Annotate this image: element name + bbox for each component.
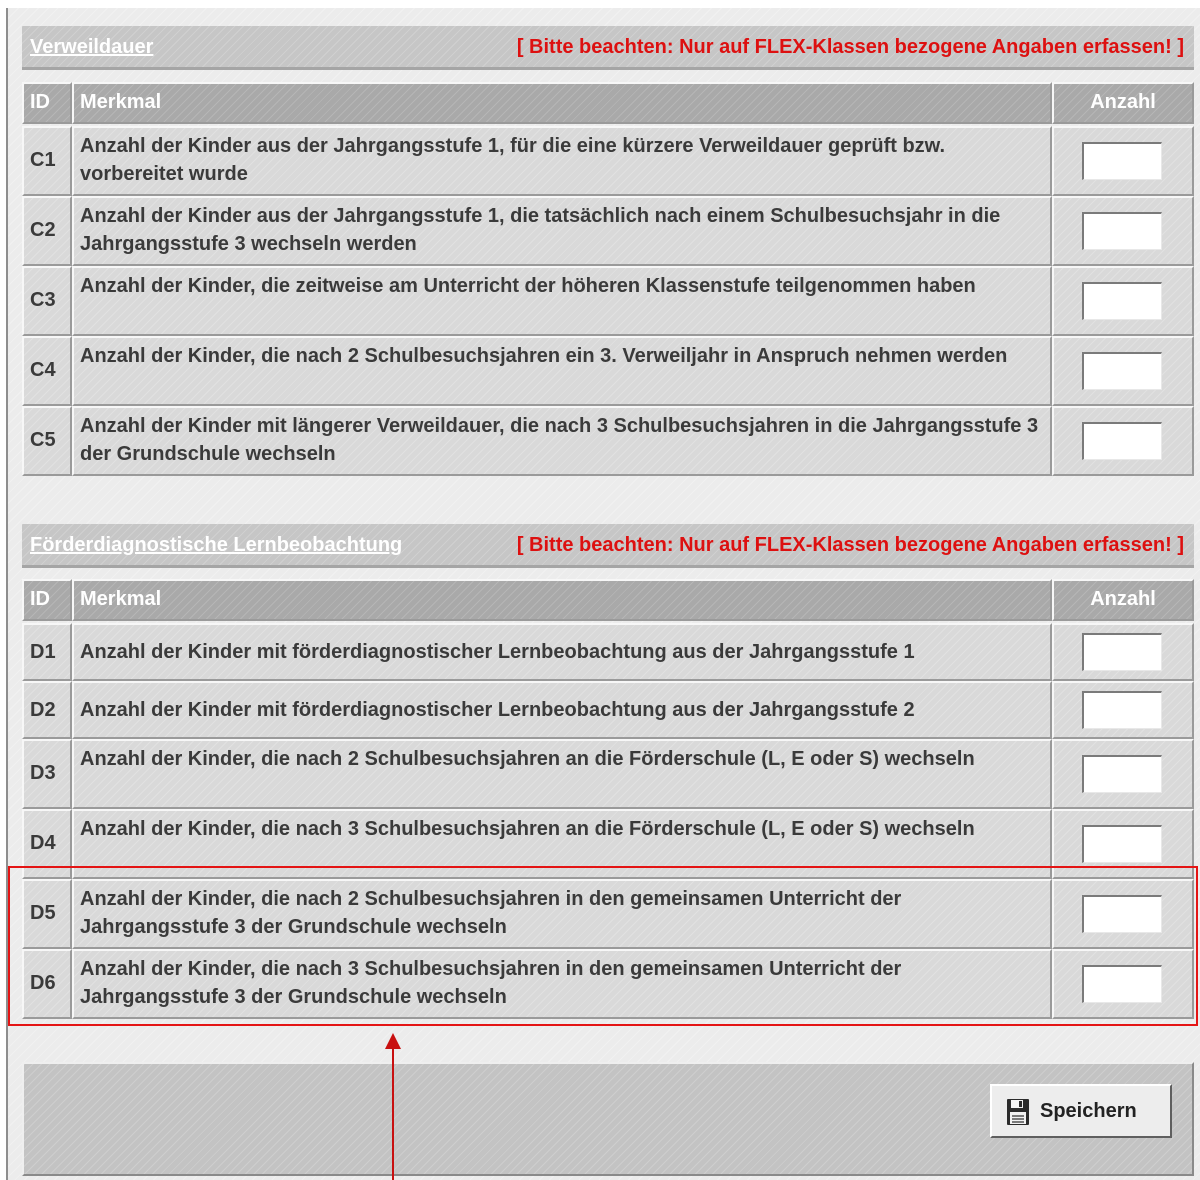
row-label-cell: Anzahl der Kinder, die nach 2 Schulbesuc…: [72, 739, 1052, 809]
row-id-cell: D1: [22, 623, 72, 681]
row-value-cell: [1052, 126, 1194, 196]
row-id-cell: C5: [22, 406, 72, 476]
floppy-disk-icon: [1007, 1099, 1029, 1125]
row-value-cell: [1052, 739, 1194, 809]
section-title-link[interactable]: Verweildauer: [30, 36, 153, 59]
column-header-id: ID: [22, 579, 72, 621]
column-header-merkmal: Merkmal: [72, 82, 1052, 124]
row-label: Anzahl der Kinder, die nach 3 Schulbesuc…: [80, 818, 975, 840]
anzahl-input-c3[interactable]: [1082, 282, 1162, 320]
anzahl-input-c5[interactable]: [1082, 422, 1162, 460]
save-button[interactable]: Speichern: [990, 1084, 1172, 1138]
section-note: [ Bitte beachten: Nur auf FLEX-Klassen b…: [516, 36, 1184, 58]
row-value-cell: [1052, 949, 1194, 1019]
column-header-id: ID: [22, 82, 72, 124]
anzahl-input-c2[interactable]: [1082, 212, 1162, 250]
row-id: C2: [30, 219, 56, 241]
section-title-link[interactable]: Förderdiagnostische Lernbeobachtung: [30, 534, 402, 557]
column-header-merkmal-label: Merkmal: [80, 588, 162, 610]
row-id: C4: [30, 359, 56, 381]
row-value-cell: [1052, 809, 1194, 879]
anzahl-input-d2[interactable]: [1082, 691, 1162, 729]
row-value-cell: [1052, 681, 1194, 739]
row-label-cell: Anzahl der Kinder, die nach 2 Schulbesuc…: [72, 879, 1052, 949]
section-note: [ Bitte beachten: Nur auf FLEX-Klassen b…: [516, 534, 1184, 556]
column-header-anzahl-label: Anzahl: [1090, 91, 1156, 113]
row-id: C1: [30, 149, 56, 171]
column-header-merkmal-label: Merkmal: [80, 91, 162, 113]
row-id-cell: C1: [22, 126, 72, 196]
anzahl-input-c1[interactable]: [1082, 142, 1162, 180]
row-label-cell: Anzahl der Kinder, die nach 3 Schulbesuc…: [72, 949, 1052, 1019]
anzahl-input-d1[interactable]: [1082, 633, 1162, 671]
row-label: Anzahl der Kinder mit förderdiagnostisch…: [80, 641, 915, 663]
section-header-foerderdiagnostik: Förderdiagnostische Lernbeobachtung [ Bi…: [22, 524, 1194, 568]
table-verweildauer: ID Merkmal Anzahl C1 Anzahl der Kinder a…: [22, 82, 1194, 477]
annotation-arrow-line: [392, 1048, 394, 1180]
column-header-id-label: ID: [30, 588, 50, 610]
row-label: Anzahl der Kinder, die nach 2 Schulbesuc…: [80, 748, 975, 770]
row-id: D1: [30, 641, 56, 663]
row-label-cell: Anzahl der Kinder mit förderdiagnostisch…: [72, 681, 1052, 739]
row-label: Anzahl der Kinder aus der Jahrgangsstufe…: [80, 205, 1001, 255]
row-value-cell: [1052, 336, 1194, 406]
table-foerderdiagnostik: ID Merkmal Anzahl D1 Anzahl der Kinder m…: [22, 579, 1194, 1019]
row-value-cell: [1052, 406, 1194, 476]
row-label-cell: Anzahl der Kinder aus der Jahrgangsstufe…: [72, 126, 1052, 196]
column-header-anzahl-label: Anzahl: [1090, 588, 1156, 610]
row-id-cell: C2: [22, 196, 72, 266]
column-header-anzahl: Anzahl: [1052, 579, 1194, 621]
row-value-cell: [1052, 266, 1194, 336]
row-label-cell: Anzahl der Kinder mit längerer Verweilda…: [72, 406, 1052, 476]
anzahl-input-d4[interactable]: [1082, 825, 1162, 863]
row-label: Anzahl der Kinder mit längerer Verweilda…: [80, 415, 1039, 465]
row-id: D5: [30, 902, 56, 924]
row-value-cell: [1052, 879, 1194, 949]
row-label: Anzahl der Kinder, die nach 2 Schulbesuc…: [80, 345, 1008, 367]
row-id: C3: [30, 289, 56, 311]
row-label-cell: Anzahl der Kinder mit förderdiagnostisch…: [72, 623, 1052, 681]
row-label: Anzahl der Kinder, die nach 3 Schulbesuc…: [80, 958, 902, 1008]
row-value-cell: [1052, 623, 1194, 681]
anzahl-input-d5[interactable]: [1082, 895, 1162, 933]
row-label: Anzahl der Kinder mit förderdiagnostisch…: [80, 699, 915, 721]
column-header-anzahl: Anzahl: [1052, 82, 1194, 124]
annotation-arrow-head: [385, 1033, 401, 1049]
row-id: D3: [30, 762, 56, 784]
save-button-label: Speichern: [1040, 1100, 1137, 1122]
row-id-cell: D5: [22, 879, 72, 949]
form-footer: Speichern: [22, 1062, 1194, 1176]
row-label-cell: Anzahl der Kinder aus der Jahrgangsstufe…: [72, 196, 1052, 266]
row-label-cell: Anzahl der Kinder, die nach 2 Schulbesuc…: [72, 336, 1052, 406]
row-value-cell: [1052, 196, 1194, 266]
row-id: D6: [30, 972, 56, 994]
anzahl-input-d6[interactable]: [1082, 965, 1162, 1003]
row-label: Anzahl der Kinder aus der Jahrgangsstufe…: [80, 135, 946, 185]
row-label: Anzahl der Kinder, die nach 2 Schulbesuc…: [80, 888, 902, 938]
row-id-cell: D2: [22, 681, 72, 739]
row-label: Anzahl der Kinder, die zeitweise am Unte…: [80, 275, 976, 297]
section-header-verweildauer: Verweildauer [ Bitte beachten: Nur auf F…: [22, 26, 1194, 70]
row-id-cell: D4: [22, 809, 72, 879]
row-id: C5: [30, 429, 56, 451]
row-id-cell: D6: [22, 949, 72, 1019]
anzahl-input-c4[interactable]: [1082, 352, 1162, 390]
row-id-cell: C4: [22, 336, 72, 406]
row-id-cell: C3: [22, 266, 72, 336]
row-id: D2: [30, 699, 56, 721]
row-id-cell: D3: [22, 739, 72, 809]
column-header-id-label: ID: [30, 91, 50, 113]
row-label-cell: Anzahl der Kinder, die zeitweise am Unte…: [72, 266, 1052, 336]
column-header-merkmal: Merkmal: [72, 579, 1052, 621]
row-id: D4: [30, 832, 56, 854]
anzahl-input-d3[interactable]: [1082, 755, 1162, 793]
row-label-cell: Anzahl der Kinder, die nach 3 Schulbesuc…: [72, 809, 1052, 879]
